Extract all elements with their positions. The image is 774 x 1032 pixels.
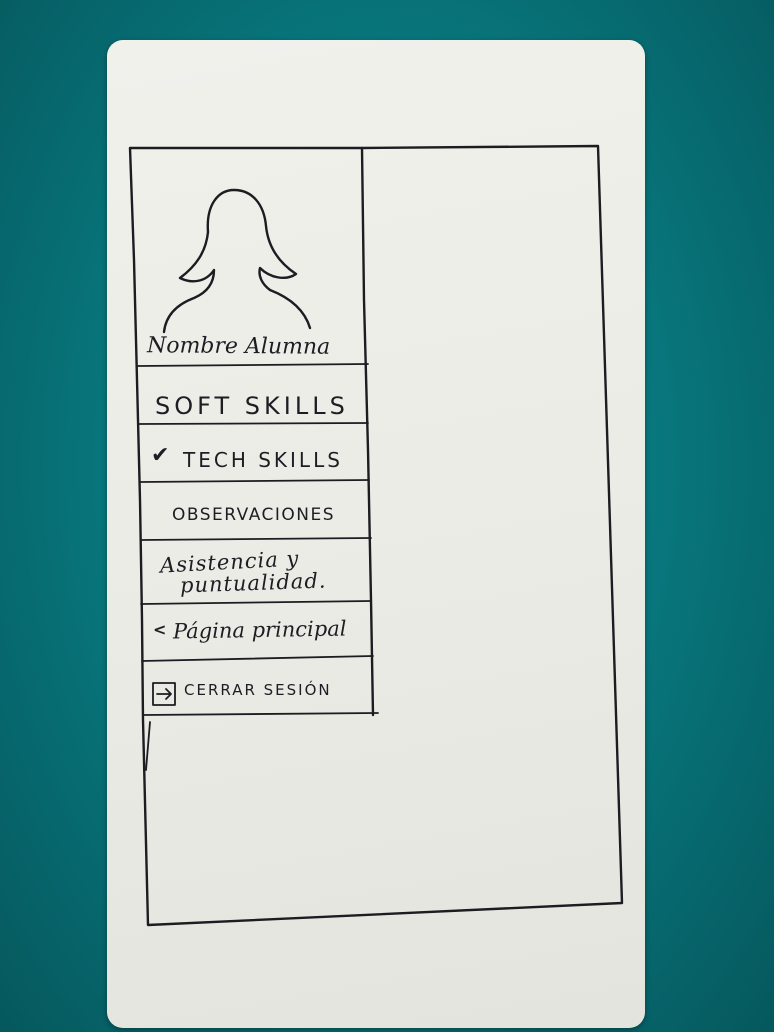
separator-4	[140, 600, 372, 605]
wireframe-drawing	[128, 144, 624, 927]
menu-item-pagina-principal[interactable]: Página principal	[173, 616, 347, 643]
menu-item-tech-skills[interactable]: TECH SKILLS	[183, 450, 343, 470]
chevron-left-icon: <	[153, 620, 167, 639]
menu-item-observaciones[interactable]: OBSERVACIONES	[172, 507, 335, 524]
separator-profile	[137, 363, 369, 367]
student-name: Nombre Alumna	[146, 333, 331, 360]
separator-2	[139, 479, 370, 483]
menu-item-cerrar-sesion[interactable]: CERRAR SESIÓN	[184, 683, 332, 698]
menu-item-soft-skills[interactable]: SOFT SKILLS	[155, 394, 349, 418]
separator-6	[142, 712, 379, 716]
screen-frame	[128, 144, 624, 927]
check-icon: ✔	[151, 443, 170, 468]
separator-1	[138, 422, 369, 425]
separator-5	[141, 655, 374, 662]
menu-item-asistencia-line2[interactable]: puntualidad.	[180, 568, 327, 597]
drawer-divider	[360, 146, 375, 717]
drawer-tail	[145, 721, 151, 771]
separator-3	[140, 537, 372, 541]
avatar-icon	[162, 188, 312, 334]
logout-icon	[152, 682, 176, 706]
